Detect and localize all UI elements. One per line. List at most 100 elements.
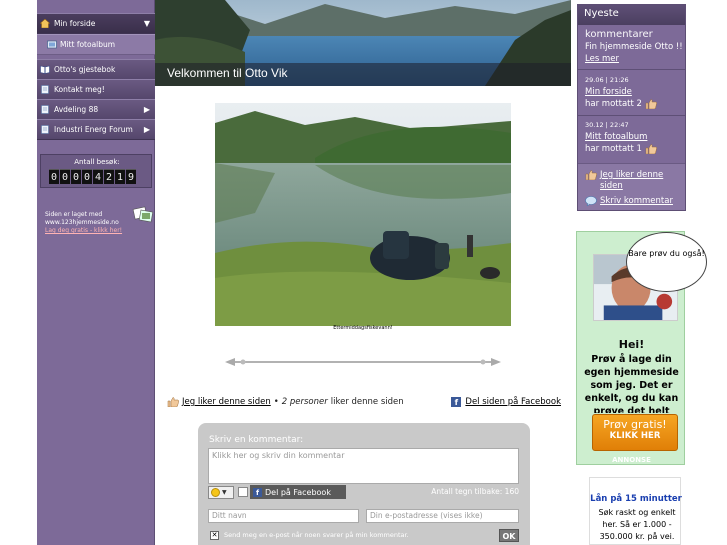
- ad-cta-line1: Prøv gratis!: [603, 418, 667, 431]
- page-background-left: [0, 0, 37, 545]
- visitor-counter: Antall besøk: 0 0 0 0 4 2 1 9: [40, 154, 152, 188]
- facebook-icon: f: [253, 487, 262, 497]
- feed-item-link[interactable]: Min forside: [585, 86, 657, 98]
- like-page-link[interactable]: Jeg liker denne siden: [182, 397, 271, 407]
- facebook-share[interactable]: f Del siden på Facebook: [451, 397, 561, 407]
- sidebar-item-label: Avdeling 88: [54, 105, 99, 114]
- book-icon: [40, 65, 50, 74]
- sidebar-item-industri-energ-forum[interactable]: Industri Energ Forum ▶: [37, 119, 155, 140]
- photo-caption: Ettermiddagsfiskevann!: [333, 325, 393, 331]
- sidebar-item-mitt-fotoalbum[interactable]: Mitt fotoalbum: [37, 34, 155, 55]
- made-with-text: Siden er laget med: [45, 211, 103, 218]
- home-icon: [40, 19, 50, 28]
- feed-divider: [578, 69, 685, 70]
- comment-form-title: Skriv en kommentar:: [209, 435, 304, 445]
- page-title: Velkommen til Otto Vik: [167, 66, 288, 80]
- newest-comments-panel: Nyeste kommentarer Fin hjemmeside Otto !…: [577, 4, 686, 211]
- newest-actions: Jeg liker denne siden Skriv kommentar: [578, 163, 685, 210]
- made-with-link[interactable]: Lag deg gratis - klikk her!: [45, 227, 122, 235]
- sidebar-item-label: Otto's gjestebok: [54, 65, 116, 74]
- left-sidebar: Min forside ▼ Mitt fotoalbum Otto's gjes…: [37, 0, 155, 545]
- thumbs-up-icon[interactable]: [167, 397, 179, 407]
- lake-photo[interactable]: [215, 103, 511, 326]
- facebook-share-checkbox[interactable]: [238, 487, 248, 497]
- feed-divider: [578, 115, 685, 116]
- ad-cta-button[interactable]: Prøv gratis! KLIKK HER: [592, 414, 678, 451]
- counter-digit: 4: [93, 169, 103, 184]
- counter-digit: 2: [104, 169, 114, 184]
- feed-item-text: Fin hjemmeside Otto !!: [585, 42, 683, 52]
- feed-item[interactable]: 29.06 | 21:26 Min forside har mottatt 2: [585, 74, 657, 110]
- loan-ad[interactable]: Lån på 15 minutter Søk raskt og enkelt h…: [589, 477, 682, 545]
- page-icon: [41, 85, 49, 94]
- ad-greeting: Hei!: [618, 338, 645, 351]
- sidebar-item-label: Kontakt meg!: [54, 85, 105, 94]
- chevron-right-icon: ▶: [143, 105, 150, 114]
- like-row: Jeg liker denne siden • 2 personer liker…: [167, 397, 404, 407]
- read-more-link[interactable]: Les mer: [585, 53, 683, 65]
- right-column: Nyeste kommentarer Fin hjemmeside Otto !…: [571, 0, 707, 545]
- sidebar-item-label: Mitt fotoalbum: [60, 40, 116, 49]
- comment-textarea[interactable]: Klikk her og skriv din kommentar: [208, 448, 519, 484]
- newest-subtitle: kommentarer: [585, 29, 653, 40]
- write-comment-link[interactable]: Skriv kommentar: [600, 196, 673, 206]
- counter-digit: 0: [71, 169, 81, 184]
- feed-item-text: har mottatt 1: [585, 144, 642, 154]
- thumbs-up-icon: [585, 170, 597, 180]
- counter-digit: 0: [49, 169, 59, 184]
- facebook-share-toggle-label: Del på Facebook: [265, 487, 331, 497]
- sidebar-item-min-forside[interactable]: Min forside ▼: [37, 13, 155, 34]
- name-input[interactable]: Ditt navn: [208, 509, 359, 523]
- feed-item-link[interactable]: Mitt fotoalbum: [585, 131, 657, 143]
- like-suffix: liker denne siden: [330, 397, 404, 407]
- made-with-promo[interactable]: Siden er laget med www.123hjemmeside.no …: [45, 211, 122, 235]
- counter-label: Antall besøk:: [74, 158, 120, 166]
- page-icon: [41, 105, 49, 114]
- ornament-divider: [225, 358, 501, 366]
- write-comment-action[interactable]: Skriv kommentar: [585, 196, 673, 206]
- like-site-action[interactable]: Jeg liker denne siden: [585, 170, 686, 192]
- made-with-site[interactable]: www.123hjemmeside.no: [45, 219, 122, 227]
- thumbs-up-icon: [645, 98, 657, 109]
- sidebar-item-avdeling-88[interactable]: Avdeling 88 ▶: [37, 99, 155, 120]
- email-input[interactable]: Din e-postadresse (vises ikke): [366, 509, 519, 523]
- like-count: 2 personer: [281, 397, 328, 407]
- feed-item-text: har mottatt 2: [585, 99, 642, 109]
- feed-item-timestamp: 30.12 | 22:47: [585, 121, 629, 129]
- main-content: Velkommen til Otto Vik Ettermiddagsfiske…: [155, 0, 571, 545]
- chevron-right-icon: ▶: [143, 125, 150, 134]
- sidebar-item-gjestebok[interactable]: Otto's gjestebok: [37, 59, 155, 80]
- counter-digits: 0 0 0 0 4 2 1 9: [49, 169, 136, 184]
- facebook-share-link[interactable]: Del siden på Facebook: [465, 397, 561, 407]
- photos-logo-icon: [132, 206, 154, 223]
- notify-checkbox[interactable]: ✕: [210, 531, 219, 540]
- counter-digit: 1: [115, 169, 125, 184]
- loan-ad-title[interactable]: Lån på 15 minutter: [590, 494, 682, 504]
- submit-comment-button[interactable]: OK: [499, 529, 519, 542]
- feed-item[interactable]: Fin hjemmeside Otto !! Les mer: [585, 41, 683, 65]
- feed-item[interactable]: 30.12 | 22:47 Mitt fotoalbum har mottatt…: [585, 119, 657, 155]
- notify-label: Send meg en e-post når noen svarer på mi…: [224, 531, 409, 539]
- emoji-picker-button[interactable]: ▼: [208, 486, 234, 499]
- sidebar-item-label: Industri Energ Forum: [54, 125, 133, 134]
- ad-banner[interactable]: Bare prøv du også! Hei! Prøv å lage din …: [576, 231, 707, 465]
- speech-bubble: Bare prøv du også!: [626, 232, 707, 292]
- counter-digit: 0: [60, 169, 70, 184]
- facebook-share-toggle[interactable]: f Del på Facebook: [250, 485, 346, 499]
- newest-title: Nyeste: [578, 5, 685, 25]
- comment-form: Skriv en kommentar: Klikk her og skriv d…: [198, 423, 530, 545]
- caret-down-icon: ▼: [222, 489, 227, 496]
- photo-icon: [47, 40, 57, 49]
- like-site-link[interactable]: Jeg liker denne siden: [600, 170, 686, 192]
- sidebar-item-label: Min forside: [54, 19, 96, 28]
- ad-text: Prøv å lage din egen hjemmeside som jeg.…: [584, 354, 679, 413]
- sidebar-item-kontakt[interactable]: Kontakt meg!: [37, 79, 155, 100]
- feed-item-timestamp: 29.06 | 21:26: [585, 76, 629, 84]
- smiley-icon: [211, 488, 220, 497]
- like-separator: •: [273, 397, 279, 407]
- loan-ad-text: Søk raskt og enkelt her. Så er 1.000 - 3…: [598, 508, 676, 541]
- chevron-down-icon: ▼: [143, 19, 150, 28]
- speech-bubble-icon: [585, 196, 597, 206]
- counter-digit: 9: [126, 169, 136, 184]
- char-count: Antall tegn tilbake: 160: [431, 487, 519, 496]
